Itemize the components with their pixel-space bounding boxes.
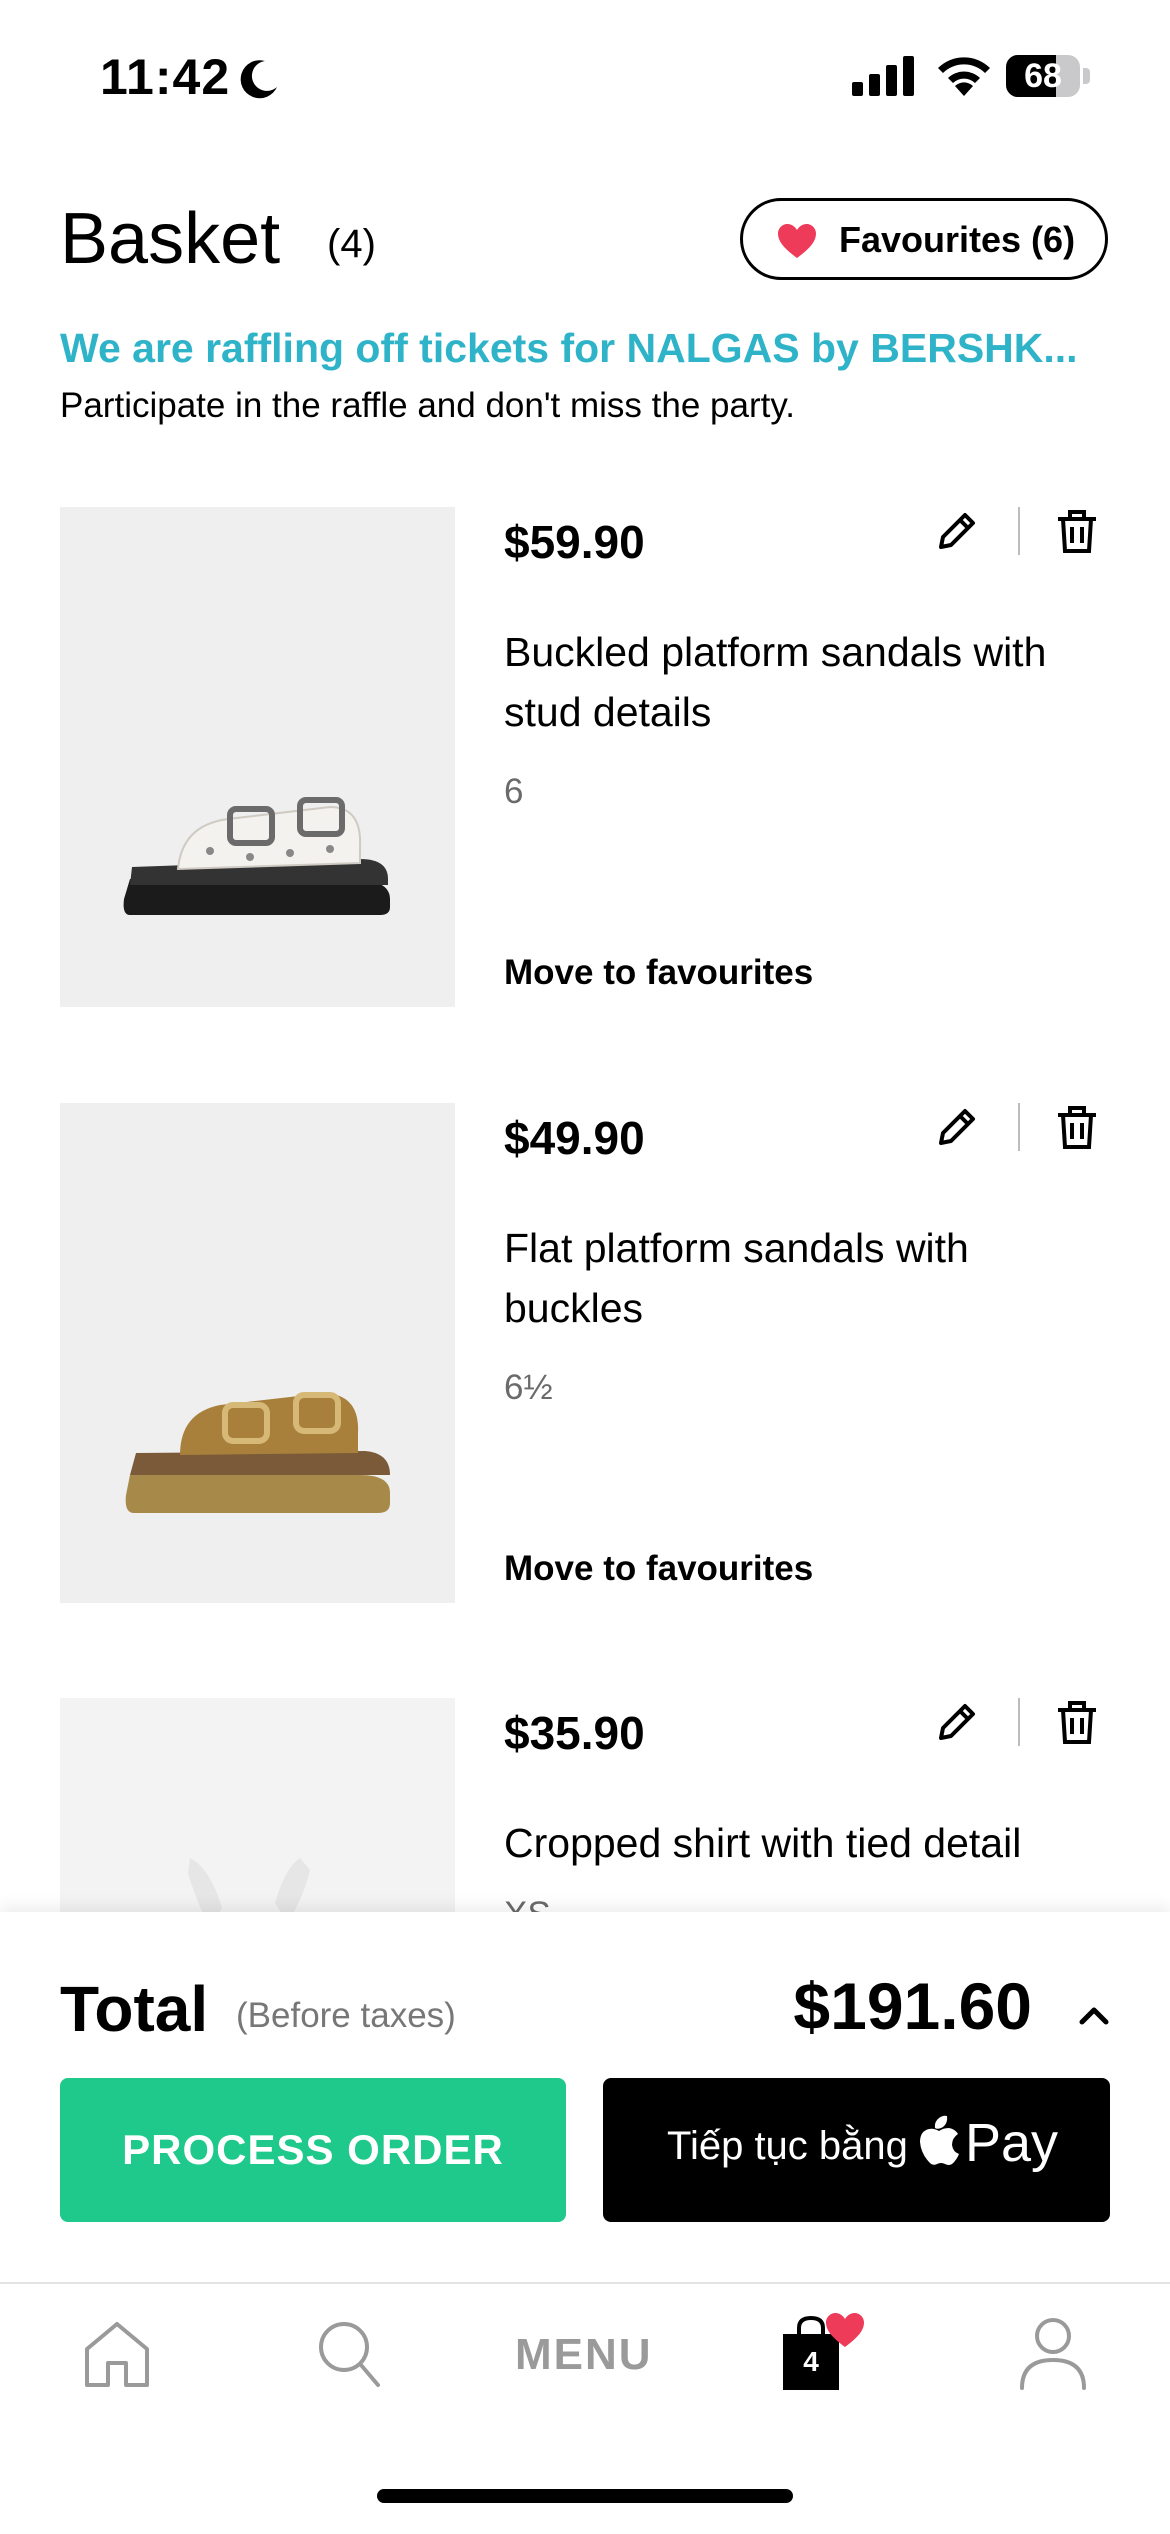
delete-icon[interactable]	[1054, 507, 1100, 555]
item-size: 6½	[504, 1368, 553, 1407]
basket-item: $49.90 Flat platform sandals with buckle…	[60, 1103, 1110, 1603]
home-icon[interactable]	[82, 2319, 152, 2389]
product-image[interactable]	[60, 507, 455, 1007]
apple-icon	[920, 2115, 959, 2165]
wifi-icon	[938, 57, 990, 96]
basket-item: $59.90 Buckled platform sandals with stu…	[60, 507, 1110, 1007]
icon-divider	[1018, 1698, 1020, 1746]
favourites-button[interactable]: Favourites (6)	[740, 198, 1108, 280]
promo-text: Participate in the raffle and don't miss…	[60, 386, 795, 425]
battery-percent: 68	[1024, 57, 1062, 95]
total-value: $191.60	[793, 1969, 1032, 2043]
status-bar: 11:42 68	[0, 0, 1170, 150]
item-name[interactable]: Flat platform sandals with buckles	[504, 1218, 984, 1338]
menu-tab[interactable]: MENU	[515, 2330, 653, 2380]
promo-title[interactable]: We are raffling off tickets for NALGAS b…	[60, 325, 1110, 372]
delete-icon[interactable]	[1054, 1698, 1100, 1746]
favourites-label: Favourites (6)	[839, 219, 1076, 260]
edit-icon[interactable]	[933, 1103, 981, 1151]
edit-icon[interactable]	[933, 507, 981, 555]
heart-icon	[778, 224, 816, 258]
sandal-image	[123, 797, 390, 915]
profile-icon[interactable]	[1018, 2316, 1088, 2390]
icon-divider	[1018, 507, 1020, 555]
signal-icon	[852, 56, 914, 96]
basket-count: (4)	[327, 222, 376, 266]
page-title: Basket	[60, 199, 281, 279]
status-time: 11:42	[100, 49, 231, 105]
item-price: $49.90	[504, 1112, 645, 1164]
item-size: 6	[504, 772, 524, 811]
chevron-up-icon[interactable]	[1072, 1994, 1116, 2038]
move-to-favourites-button[interactable]: Move to favourites	[504, 1549, 813, 1589]
process-order-button[interactable]: PROCESS ORDER	[60, 2078, 566, 2222]
item-price: $59.90	[504, 516, 645, 568]
bag-count: 4	[803, 2346, 819, 2377]
edit-icon[interactable]	[933, 1698, 981, 1746]
order-summary: Total (Before taxes) $191.60 PROCESS ORD…	[0, 1912, 1170, 2282]
home-indicator[interactable]	[377, 2489, 793, 2503]
taxes-note: (Before taxes)	[236, 1996, 456, 2035]
sandal-image	[125, 1392, 391, 1513]
search-icon[interactable]	[316, 2319, 382, 2389]
moon-icon	[240, 60, 277, 99]
bag-tab[interactable]: 4	[780, 2312, 864, 2394]
item-name[interactable]: Buckled platform sandals with stud detai…	[504, 622, 1104, 742]
move-to-favourites-button[interactable]: Move to favourites	[504, 953, 813, 993]
item-price: $35.90	[504, 1707, 645, 1759]
apple-pay-word: Pay	[965, 2113, 1059, 2173]
battery-indicator: 68	[1006, 55, 1090, 99]
apple-pay-prefix: Tiếp tục bằng	[667, 2124, 908, 2168]
item-name[interactable]: Cropped shirt with tied detail	[504, 1813, 1124, 1873]
icon-divider	[1018, 1103, 1020, 1151]
delete-icon[interactable]	[1054, 1103, 1100, 1151]
apple-pay-button[interactable]: Tiếp tục bằng Pay	[603, 2078, 1110, 2222]
heart-icon	[826, 2313, 864, 2347]
product-image[interactable]	[60, 1103, 455, 1603]
total-label: Total	[60, 1973, 209, 2045]
